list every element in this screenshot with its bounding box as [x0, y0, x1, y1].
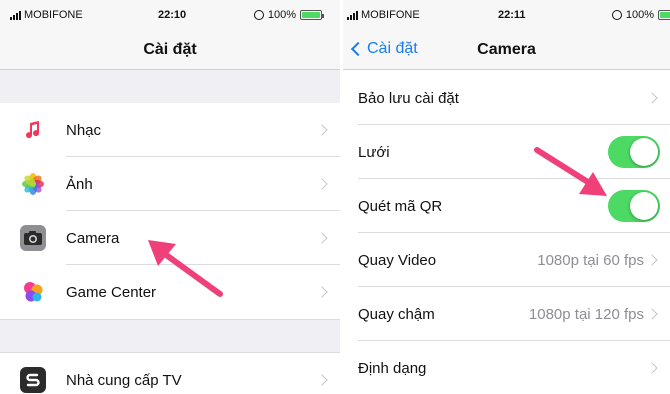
row-scan-qr: Quét mã QR — [343, 179, 670, 233]
status-right: 100% — [611, 9, 670, 21]
row-label: Quay Video — [358, 251, 437, 269]
settings-item-photos[interactable]: Ảnh — [0, 157, 340, 211]
photos-flower-icon — [20, 171, 46, 197]
row-record-slo-mo[interactable]: Quay chậm 1080p tại 120 fps — [343, 287, 670, 341]
camera-settings-list: Bảo lưu cài đặt Lưới Quét mã QR Quay Vid… — [343, 71, 670, 394]
settings-item-tv-provider[interactable]: Nhà cung cấp TV — [0, 353, 340, 394]
section-gap — [0, 71, 340, 103]
row-grid: Lưới — [343, 125, 670, 179]
grid-toggle[interactable] — [608, 136, 660, 168]
row-value: 1080p tại 120 fps — [528, 305, 644, 323]
music-note-icon — [20, 117, 46, 143]
settings-list-2: Nhà cung cấp TV — [0, 353, 340, 394]
rotation-lock-icon — [611, 10, 622, 20]
page-title: Cài đặt — [143, 41, 197, 58]
chevron-right-icon — [316, 232, 328, 244]
tv-provider-icon — [20, 367, 46, 393]
navigation-bar: Cài đặt — [0, 28, 340, 70]
carrier: MOBIFONE — [347, 9, 420, 21]
battery-icon — [300, 10, 324, 20]
status-bar: MOBIFONE 22:11 100% — [343, 0, 670, 28]
battery-percent: 100% — [267, 9, 296, 21]
carrier-name: MOBIFONE — [361, 9, 420, 21]
settings-item-camera[interactable]: Camera — [0, 211, 340, 265]
row-formats[interactable]: Định dạng — [343, 341, 670, 394]
settings-item-music[interactable]: Nhạc — [0, 103, 340, 157]
row-value: 1080p tại 60 fps — [537, 251, 644, 269]
navigation-bar: Cài đặt Camera — [343, 28, 670, 70]
chevron-right-icon — [316, 286, 328, 298]
battery-icon — [658, 10, 670, 20]
chevron-right-icon — [646, 254, 658, 266]
scan-qr-toggle[interactable] — [608, 190, 660, 222]
chevron-right-icon — [316, 124, 328, 136]
row-record-video[interactable]: Quay Video 1080p tại 60 fps — [343, 233, 670, 287]
row-label: Định dạng — [358, 359, 427, 377]
signal-icon — [10, 10, 21, 20]
row-label: Bảo lưu cài đặt — [358, 89, 459, 107]
signal-icon — [347, 10, 358, 20]
clock: 22:11 — [498, 9, 526, 21]
carrier-name: MOBIFONE — [24, 9, 83, 21]
carrier: MOBIFONE — [10, 9, 83, 21]
rotation-lock-icon — [253, 10, 264, 20]
chevron-right-icon — [646, 92, 658, 104]
chevron-right-icon — [316, 178, 328, 190]
item-label: Nhạc — [66, 121, 102, 139]
settings-list: Nhạc Ảnh Camera Game Center — [0, 103, 340, 319]
settings-item-game-center[interactable]: Game Center — [0, 265, 340, 319]
page-title: Camera — [477, 41, 536, 58]
status-bar: MOBIFONE 22:10 100% — [0, 0, 340, 28]
status-right: 100% — [253, 9, 324, 21]
section-gap — [0, 319, 340, 353]
item-label: Game Center — [66, 283, 157, 301]
row-label: Quay chậm — [358, 305, 435, 323]
chevron-right-icon — [316, 374, 328, 386]
clock: 22:10 — [158, 9, 187, 21]
chevron-right-icon — [646, 308, 658, 320]
item-label: Ảnh — [66, 175, 93, 193]
row-preserve-settings[interactable]: Bảo lưu cài đặt — [343, 71, 670, 125]
item-label: Nhà cung cấp TV — [66, 371, 182, 389]
game-center-bubbles-icon — [20, 279, 46, 305]
battery-percent: 100% — [625, 9, 654, 21]
chevron-right-icon — [646, 362, 658, 374]
camera-icon — [20, 225, 46, 251]
row-label: Quét mã QR — [358, 197, 443, 215]
row-label: Lưới — [358, 143, 390, 161]
settings-screen: MOBIFONE 22:10 100% Cài đặt Nhạc Ảnh Cam… — [0, 0, 340, 394]
camera-settings-screen: MOBIFONE 22:11 100% Cài đặt Camera Bảo l… — [343, 0, 670, 394]
item-label: Camera — [66, 229, 120, 247]
